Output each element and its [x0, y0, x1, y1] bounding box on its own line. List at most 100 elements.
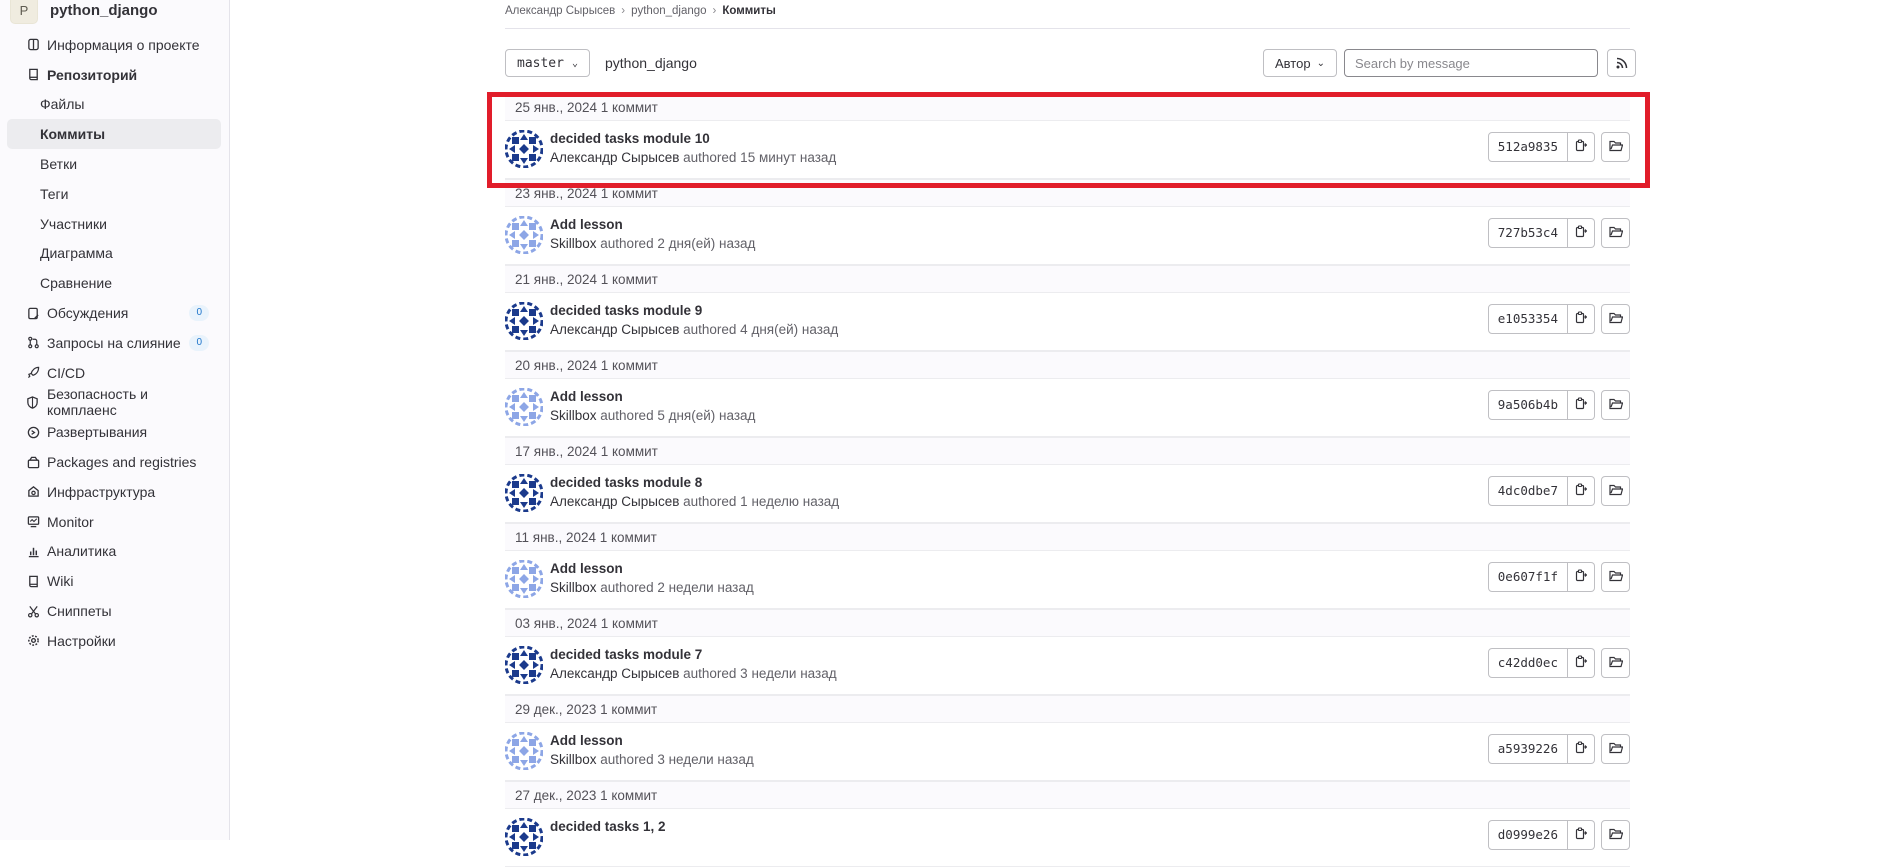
- commit-author[interactable]: Александр Сырысев: [550, 322, 679, 337]
- sidebar-item-5[interactable]: Теги: [7, 179, 221, 209]
- commit-author[interactable]: Александр Сырысев: [550, 494, 679, 509]
- commit-sha[interactable]: d0999e26: [1487, 820, 1568, 850]
- sidebar-item-label: Теги: [40, 185, 69, 202]
- commit-title[interactable]: decided tasks module 7: [550, 647, 702, 662]
- sidebar-item-16[interactable]: Monitor: [7, 507, 221, 537]
- browse-files-button[interactable]: [1601, 734, 1630, 764]
- copy-icon: [1575, 225, 1588, 241]
- commit-time: authored 1 неделю назад: [679, 494, 840, 509]
- search-input[interactable]: [1344, 49, 1598, 77]
- commits-toolbar: master ⌄ python_django Автор ⌄: [505, 49, 1636, 79]
- copy-sha-button[interactable]: [1568, 562, 1595, 592]
- sidebar-item-14[interactable]: Packages and registries: [7, 447, 221, 477]
- avatar[interactable]: [504, 301, 544, 341]
- commit-sha[interactable]: 512a9835: [1487, 132, 1568, 162]
- folder-icon: [1608, 311, 1623, 327]
- commit-sha-group: 727b53c4: [1487, 218, 1630, 248]
- commit-author[interactable]: Skillbox: [550, 408, 597, 423]
- browse-files-button[interactable]: [1601, 648, 1630, 678]
- sidebar-item-0[interactable]: Информация о проекте: [7, 30, 221, 60]
- browse-files-button[interactable]: [1601, 304, 1630, 334]
- browse-files-button[interactable]: [1601, 562, 1630, 592]
- avatar[interactable]: [504, 387, 544, 427]
- folder-icon: [1608, 827, 1623, 843]
- browse-files-button[interactable]: [1601, 132, 1630, 162]
- commit-sha[interactable]: 4dc0dbe7: [1487, 476, 1568, 506]
- copy-sha-button[interactable]: [1568, 132, 1595, 162]
- book-icon: [26, 574, 40, 588]
- sidebar-item-8[interactable]: Сравнение: [7, 268, 221, 298]
- project-header[interactable]: P python_django: [0, 0, 229, 24]
- sidebar-item-17[interactable]: Аналитика: [7, 537, 221, 567]
- commit-title[interactable]: Add lesson: [550, 561, 623, 576]
- avatar[interactable]: [504, 129, 544, 169]
- copy-sha-button[interactable]: [1568, 218, 1595, 248]
- sidebar-item-3[interactable]: Коммиты: [7, 119, 221, 150]
- commit-sha[interactable]: 0e607f1f: [1487, 562, 1568, 592]
- project-name[interactable]: python_django: [50, 2, 158, 19]
- sidebar-item-label: Участники: [40, 215, 107, 232]
- breadcrumb-current[interactable]: Коммиты: [722, 5, 775, 17]
- sidebar-item-4[interactable]: Ветки: [7, 149, 221, 179]
- commit-author[interactable]: Александр Сырысев: [550, 150, 679, 165]
- rss-button[interactable]: [1607, 49, 1636, 77]
- sidebar-item-15[interactable]: Инфраструктура: [7, 477, 221, 507]
- author-dropdown[interactable]: Автор ⌄: [1263, 49, 1337, 77]
- commit-title[interactable]: Add lesson: [550, 217, 623, 232]
- copy-sha-button[interactable]: [1568, 734, 1595, 764]
- commit-sha[interactable]: e1053354: [1487, 304, 1568, 334]
- commit-date-header: 21 янв., 2024 1 коммит: [505, 265, 1630, 293]
- sidebar-item-6[interactable]: Участники: [7, 209, 221, 239]
- commit-author[interactable]: Александр Сырысев: [550, 666, 679, 681]
- commit-author[interactable]: Skillbox: [550, 580, 597, 595]
- commit-list: 25 янв., 2024 1 коммит decided tasks modu…: [504, 93, 1630, 867]
- breadcrumb-user[interactable]: Александр Сырысев: [505, 5, 615, 17]
- copy-sha-button[interactable]: [1568, 304, 1595, 334]
- commit-title[interactable]: decided tasks module 8: [550, 475, 702, 490]
- sidebar-item-20[interactable]: Настройки: [7, 626, 221, 656]
- commit-sha[interactable]: c42dd0ec: [1487, 648, 1568, 678]
- copy-icon: [1575, 741, 1588, 757]
- avatar[interactable]: [504, 559, 544, 599]
- copy-sha-button[interactable]: [1568, 648, 1595, 678]
- copy-sha-button[interactable]: [1568, 476, 1595, 506]
- commit-title[interactable]: decided tasks 1, 2: [550, 819, 666, 834]
- browse-files-button[interactable]: [1601, 820, 1630, 850]
- sidebar-item-13[interactable]: Развертывания: [7, 417, 221, 447]
- commit-sha[interactable]: a5939226: [1487, 734, 1568, 764]
- avatar[interactable]: [504, 817, 544, 857]
- sidebar-item-10[interactable]: Запросы на слияние 0: [7, 328, 221, 358]
- browse-files-button[interactable]: [1601, 476, 1630, 506]
- avatar[interactable]: [504, 645, 544, 685]
- browse-files-button[interactable]: [1601, 218, 1630, 248]
- commit-meta: Александр Сырысев authored 1 неделю наза…: [550, 494, 839, 509]
- commit-title[interactable]: decided tasks module 9: [550, 303, 702, 318]
- avatar[interactable]: [504, 731, 544, 771]
- commit-author[interactable]: Skillbox: [550, 236, 597, 251]
- commit-title[interactable]: decided tasks module 10: [550, 131, 710, 146]
- sidebar-item-12[interactable]: Безопасность и комплаенс: [7, 386, 221, 418]
- copy-sha-button[interactable]: [1568, 820, 1595, 850]
- commit-title[interactable]: Add lesson: [550, 733, 623, 748]
- browse-files-button[interactable]: [1601, 390, 1630, 420]
- commit-date-header: 17 янв., 2024 1 коммит: [505, 437, 1630, 465]
- sidebar-item-7[interactable]: Диаграмма: [7, 239, 221, 269]
- branch-dropdown[interactable]: master ⌄: [505, 49, 590, 77]
- breadcrumb-project[interactable]: python_django: [631, 5, 706, 17]
- avatar[interactable]: [504, 215, 544, 255]
- sidebar-item-18[interactable]: Wiki: [7, 566, 221, 596]
- commit-meta: Александр Сырысев authored 15 минут наза…: [550, 150, 836, 165]
- sidebar-item-1[interactable]: Репозиторий: [7, 60, 221, 90]
- copy-sha-button[interactable]: [1568, 390, 1595, 420]
- sidebar-item-11[interactable]: CI/CD: [7, 358, 221, 388]
- commit-sha[interactable]: 9a506b4b: [1487, 390, 1568, 420]
- commit-author[interactable]: Skillbox: [550, 752, 597, 767]
- merge-request-icon: [26, 336, 40, 350]
- commit-title[interactable]: Add lesson: [550, 389, 623, 404]
- sidebar-item-19[interactable]: Сниппеты: [7, 596, 221, 626]
- commit-sha[interactable]: 727b53c4: [1487, 218, 1568, 248]
- avatar[interactable]: [504, 473, 544, 513]
- sidebar-item-9[interactable]: Обсуждения 0: [7, 298, 221, 328]
- sidebar-item-2[interactable]: Файлы: [7, 90, 221, 120]
- sidebar-item-label: Информация о проекте: [47, 36, 200, 53]
